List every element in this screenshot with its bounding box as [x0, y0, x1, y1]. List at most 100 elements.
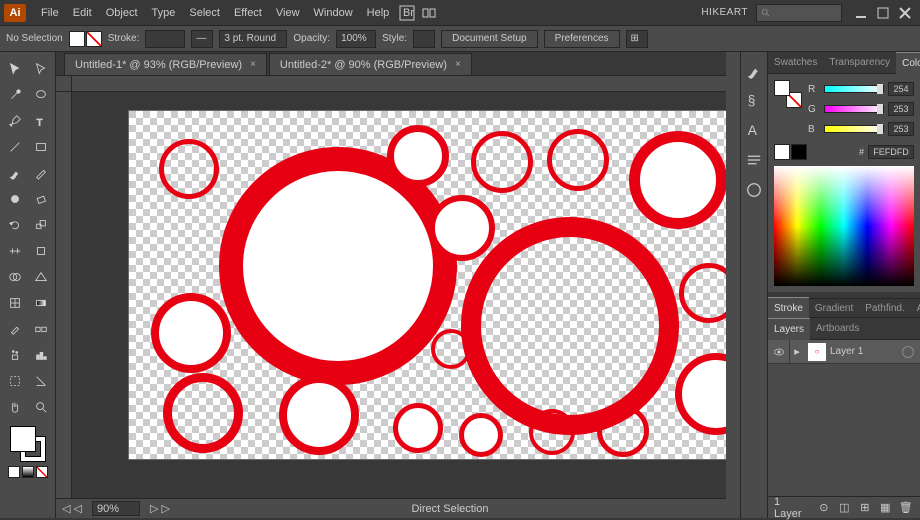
- circle-shape[interactable]: [159, 139, 219, 199]
- perspective-tool[interactable]: [29, 265, 53, 289]
- eraser-tool[interactable]: [29, 187, 53, 211]
- g-value[interactable]: 253: [888, 102, 914, 116]
- menu-effect[interactable]: Effect: [227, 3, 269, 23]
- circle-shape[interactable]: [547, 129, 609, 191]
- selection-tool[interactable]: [3, 57, 27, 81]
- close-button[interactable]: [897, 6, 913, 20]
- close-icon[interactable]: ×: [250, 59, 256, 70]
- mesh-tool[interactable]: [3, 291, 27, 315]
- zoom-tool[interactable]: [29, 395, 53, 419]
- menu-window[interactable]: Window: [307, 3, 360, 23]
- fill-stroke-selector[interactable]: [8, 424, 48, 464]
- character-panel-icon[interactable]: A: [744, 120, 764, 140]
- gradient-mode[interactable]: [22, 466, 34, 478]
- ruler-vertical[interactable]: [56, 92, 72, 498]
- help-search[interactable]: [756, 4, 842, 22]
- zoom-input[interactable]: 90%: [92, 501, 140, 516]
- artboard-nav[interactable]: ▷ ▷: [150, 502, 170, 515]
- document-setup-button[interactable]: Document Setup: [441, 30, 538, 48]
- paragraph-panel-icon[interactable]: [744, 150, 764, 170]
- hand-tool[interactable]: [3, 395, 27, 419]
- menu-file[interactable]: File: [34, 3, 66, 23]
- brushes-panel-icon[interactable]: [744, 60, 764, 80]
- tab-align[interactable]: Align: [911, 297, 920, 319]
- rectangle-tool[interactable]: [29, 135, 53, 159]
- black-swatch[interactable]: [791, 144, 807, 160]
- direct-selection-tool[interactable]: [29, 57, 53, 81]
- b-slider[interactable]: [824, 125, 884, 133]
- fill-swatch[interactable]: [69, 31, 85, 47]
- lasso-tool[interactable]: [29, 83, 53, 107]
- r-value[interactable]: 254: [888, 82, 914, 96]
- minimize-button[interactable]: [853, 6, 869, 20]
- white-swatch[interactable]: [774, 144, 790, 160]
- ruler-horizontal[interactable]: [72, 76, 726, 92]
- free-transform-tool[interactable]: [29, 239, 53, 263]
- tab-doc-1[interactable]: Untitled-1* @ 93% (RGB/Preview)×: [64, 53, 267, 75]
- circle-shape[interactable]: [163, 373, 243, 453]
- symbol-sprayer-tool[interactable]: [3, 343, 27, 367]
- blend-tool[interactable]: [29, 317, 53, 341]
- pen-tool[interactable]: [3, 109, 27, 133]
- circle-shape[interactable]: [279, 375, 359, 455]
- graphic-style[interactable]: [413, 30, 435, 48]
- blob-brush-tool[interactable]: [3, 187, 27, 211]
- shape-builder-tool[interactable]: [3, 265, 27, 289]
- brush-defn[interactable]: 3 pt. Round: [219, 30, 287, 48]
- color-spectrum[interactable]: [774, 166, 914, 286]
- tab-layers[interactable]: Layers: [768, 318, 810, 340]
- delete-layer-icon[interactable]: 🗑: [898, 500, 914, 516]
- paintbrush-tool[interactable]: [3, 161, 27, 185]
- artboard-nav[interactable]: ◁ ◁: [62, 502, 82, 515]
- menu-object[interactable]: Object: [99, 3, 145, 23]
- magic-wand-tool[interactable]: [3, 83, 27, 107]
- workspace-switcher-icon[interactable]: Br: [399, 6, 415, 20]
- circle-shape[interactable]: [459, 413, 503, 457]
- b-value[interactable]: 253: [888, 122, 914, 136]
- tab-color[interactable]: Color: [896, 52, 920, 74]
- layer-row[interactable]: ▸ ○ Layer 1: [768, 340, 920, 364]
- appearance-panel-icon[interactable]: [744, 180, 764, 200]
- type-tool[interactable]: T: [29, 109, 53, 133]
- circle-shape[interactable]: [431, 329, 471, 369]
- arrange-docs-icon[interactable]: [421, 6, 437, 20]
- hex-input[interactable]: FEFDFD: [868, 145, 914, 159]
- menu-help[interactable]: Help: [360, 3, 397, 23]
- tab-swatches[interactable]: Swatches: [768, 52, 823, 74]
- circle-shape[interactable]: [151, 293, 231, 373]
- gradient-tool[interactable]: [29, 291, 53, 315]
- circle-shape[interactable]: [529, 409, 575, 455]
- new-layer-icon[interactable]: ▦: [877, 500, 893, 516]
- tab-transparency[interactable]: Transparency: [823, 52, 896, 74]
- tab-pathfinder[interactable]: Pathfind.: [859, 297, 910, 319]
- align-to[interactable]: ⊞: [626, 30, 648, 48]
- var-width-profile[interactable]: —: [191, 30, 213, 48]
- tab-doc-2[interactable]: Untitled-2* @ 90% (RGB/Preview)×: [269, 53, 472, 75]
- menu-select[interactable]: Select: [182, 3, 227, 23]
- symbols-panel-icon[interactable]: §: [744, 90, 764, 110]
- circle-shape[interactable]: [597, 405, 649, 457]
- menu-view[interactable]: View: [269, 3, 307, 23]
- circle-shape[interactable]: [461, 217, 679, 435]
- preferences-button[interactable]: Preferences: [544, 30, 620, 48]
- width-tool[interactable]: [3, 239, 27, 263]
- layer-name[interactable]: Layer 1: [830, 346, 896, 357]
- tab-artboards[interactable]: Artboards: [810, 318, 865, 340]
- graph-tool[interactable]: [29, 343, 53, 367]
- rotate-tool[interactable]: [3, 213, 27, 237]
- pencil-tool[interactable]: [29, 161, 53, 185]
- make-clipping-icon[interactable]: ◫: [836, 500, 852, 516]
- circle-shape[interactable]: [393, 403, 443, 453]
- locate-layer-icon[interactable]: ⊙: [816, 500, 832, 516]
- opacity-input[interactable]: 100%: [336, 30, 376, 48]
- color-mode[interactable]: [8, 466, 20, 478]
- visibility-toggle[interactable]: [768, 340, 790, 364]
- expand-arrow-icon[interactable]: ▸: [790, 345, 804, 358]
- close-icon[interactable]: ×: [455, 59, 461, 70]
- circle-shape[interactable]: [675, 353, 726, 435]
- target-icon[interactable]: [902, 346, 914, 358]
- menu-type[interactable]: Type: [145, 3, 183, 23]
- circle-shape[interactable]: [629, 131, 726, 229]
- slice-tool[interactable]: [29, 369, 53, 393]
- artboard[interactable]: [128, 110, 726, 460]
